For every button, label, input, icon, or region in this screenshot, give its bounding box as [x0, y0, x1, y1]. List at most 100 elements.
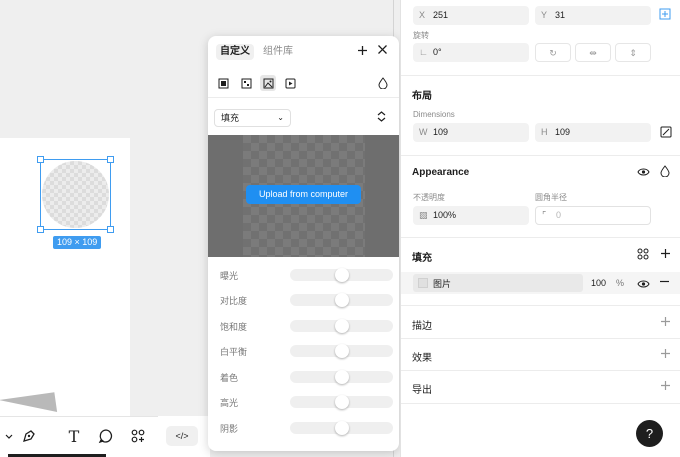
plugins-icon[interactable] [129, 427, 147, 445]
slider-knob[interactable] [335, 293, 349, 307]
slider-knob[interactable] [335, 421, 349, 435]
solid-fill-icon[interactable] [215, 75, 231, 91]
fill-popover: 自定义 组件库 填充 ⌄ Upload from computer 曝光 对比度… [208, 36, 399, 451]
rotation-field[interactable]: ∟ 0° [413, 43, 529, 62]
add-effect-icon[interactable] [660, 348, 671, 362]
adjustment-slider[interactable] [290, 421, 393, 435]
opacity-label: 不透明度 [413, 193, 445, 202]
text-tool-glyph: T [68, 426, 80, 446]
rotate-90-button[interactable]: ↻ [535, 43, 571, 62]
width-field[interactable]: W 109 [413, 123, 529, 142]
flip-vertical-button[interactable]: ⇕ [615, 43, 651, 62]
slider-knob[interactable] [335, 319, 349, 333]
fill-type-row [208, 72, 399, 98]
flip-vertical-icon: ⇕ [629, 48, 637, 58]
text-icon[interactable]: T [65, 426, 83, 446]
y-value: 31 [555, 10, 566, 20]
constraints-icon[interactable] [659, 8, 671, 23]
x-value: 251 [433, 10, 449, 20]
layout-title: 布局 [412, 91, 432, 102]
stroke-title: 描边 [412, 321, 432, 332]
adjustment-slider[interactable] [290, 293, 393, 307]
add-fill-icon[interactable] [660, 248, 671, 262]
y-label: Y [541, 10, 548, 20]
eye-icon[interactable] [637, 278, 650, 292]
fill-item-row[interactable]: 图片 100 % [401, 272, 680, 294]
resize-handle-bottom-left[interactable] [37, 226, 44, 233]
pen-icon[interactable] [20, 427, 38, 445]
resize-to-fit-icon[interactable] [660, 126, 672, 141]
flip-horizontal-icon: ⇹ [589, 48, 597, 58]
adjustment-row: 饱和度 [208, 317, 399, 335]
help-button[interactable]: ? [636, 420, 663, 447]
tab-custom[interactable]: 自定义 [216, 44, 254, 60]
adjustment-row: 阴影 [208, 419, 399, 437]
opacity-field[interactable]: ▧ 100% [413, 206, 529, 225]
resize-handle-top-right[interactable] [107, 156, 114, 163]
x-label: X [419, 10, 426, 20]
resize-handle-bottom-right[interactable] [107, 226, 114, 233]
blend-mode-icon[interactable] [660, 165, 670, 180]
remove-fill-icon[interactable] [659, 276, 670, 290]
divider [401, 370, 680, 371]
fill-opacity-value[interactable]: 100 [591, 278, 606, 288]
adjustment-slider[interactable] [290, 370, 393, 384]
upload-from-computer-button[interactable]: Upload from computer [246, 185, 361, 204]
rotate-image-icon[interactable] [376, 110, 387, 125]
radius-label: 圆角半径 [535, 193, 567, 202]
rotation-value: 0° [433, 47, 442, 57]
slider-knob[interactable] [335, 395, 349, 409]
drop-icon[interactable] [375, 75, 391, 91]
flip-horizontal-button[interactable]: ⇹ [575, 43, 611, 62]
plus-icon[interactable] [357, 43, 368, 59]
effects-title: 效果 [412, 353, 432, 364]
image-preview: Upload from computer [208, 135, 399, 257]
export-title: 导出 [412, 385, 432, 396]
fill-mode-select[interactable]: 填充 ⌄ [214, 109, 291, 127]
image-swatch-icon[interactable] [418, 278, 428, 288]
height-field[interactable]: H 109 [535, 123, 651, 142]
opacity-icon: ▧ [419, 210, 428, 220]
corner-radius-field[interactable]: ⌜ 0 [535, 206, 651, 225]
adjustment-row: 对比度 [208, 291, 399, 309]
gradient-fill-icon[interactable] [238, 75, 254, 91]
h-label: H [541, 127, 548, 137]
tab-library[interactable]: 组件库 [259, 44, 297, 60]
fill-mode-value: 填充 [221, 113, 240, 123]
fill-item-name[interactable]: 图片 [413, 274, 583, 292]
adjustment-slider[interactable] [290, 319, 393, 333]
adjustment-slider[interactable] [290, 268, 393, 282]
resize-handle-top-left[interactable] [37, 156, 44, 163]
h-value: 109 [555, 127, 571, 137]
y-field[interactable]: Y 31 [535, 6, 651, 25]
styles-grid-icon[interactable] [637, 248, 649, 263]
rotate-icon: ↻ [549, 48, 557, 58]
chevron-down-icon[interactable] [0, 427, 18, 445]
adjustment-label: 高光 [220, 398, 239, 408]
fill-opacity-unit: % [616, 278, 625, 288]
eye-icon[interactable] [637, 166, 650, 180]
code-mode-button[interactable]: </> [166, 426, 198, 446]
divider [401, 338, 680, 339]
video-fill-icon[interactable] [282, 75, 298, 91]
close-icon[interactable] [377, 43, 388, 58]
add-export-icon[interactable] [660, 380, 671, 394]
fill-item-label: 图片 [433, 279, 452, 289]
adjustment-row: 曝光 [208, 266, 399, 284]
add-stroke-icon[interactable] [660, 316, 671, 330]
slider-knob[interactable] [335, 268, 349, 282]
slider-knob[interactable] [335, 370, 349, 384]
slider-knob[interactable] [335, 344, 349, 358]
rotation-label: 旋转 [413, 31, 429, 40]
adjustment-slider[interactable] [290, 344, 393, 358]
x-field[interactable]: X 251 [413, 6, 529, 25]
image-fill-icon[interactable] [260, 75, 276, 91]
divider [401, 155, 680, 156]
divider [401, 403, 680, 404]
comment-icon[interactable] [97, 427, 115, 445]
properties-panel: X 251 Y 31 旋转 ∟ 0° ↻ ⇹ ⇕ 布局 Dimensions W… [400, 0, 680, 457]
selected-ellipse[interactable] [40, 159, 111, 230]
adjustment-slider[interactable] [290, 395, 393, 409]
adjustment-label: 着色 [220, 373, 239, 383]
chevron-down-icon: ⌄ [277, 113, 284, 122]
